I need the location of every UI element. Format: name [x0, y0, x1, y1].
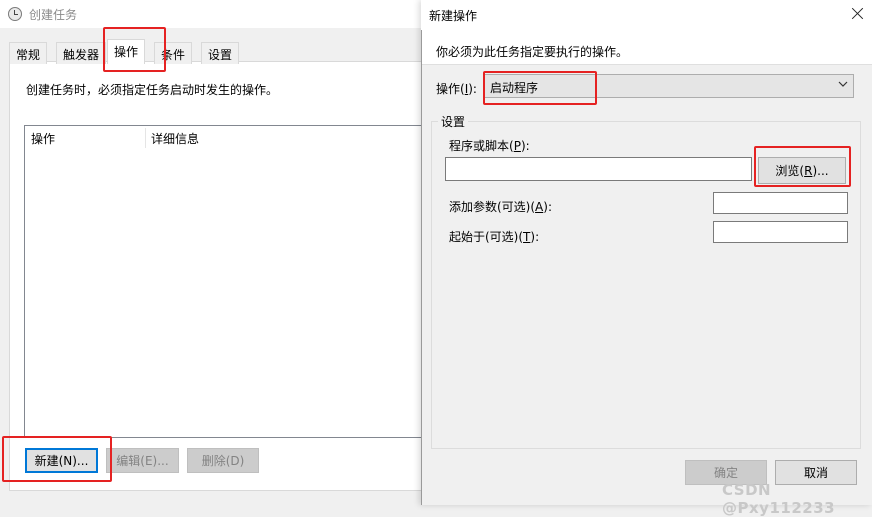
column-header-detail[interactable]: 详细信息: [151, 130, 199, 147]
start-in-input[interactable]: [713, 221, 848, 243]
tab-general[interactable]: 常规: [9, 42, 48, 64]
chevron-down-icon[interactable]: [838, 80, 848, 88]
dialog-instruction: 你必须为此任务指定要执行的操作。: [436, 45, 629, 59]
highlight-tab-actions: [103, 27, 166, 72]
action-type-label: 操作(I):: [436, 82, 477, 96]
highlight-action-select: [483, 71, 597, 105]
column-separator: [145, 128, 146, 148]
tab-triggers[interactable]: 触发器: [56, 42, 107, 64]
watermark-text: CSDN @Pxy112233: [722, 481, 836, 517]
delete-action-button[interactable]: 删除(D): [187, 448, 259, 473]
window-title: 创建任务: [29, 8, 78, 22]
program-script-input[interactable]: [445, 157, 752, 181]
arguments-input[interactable]: [713, 192, 848, 214]
close-icon[interactable]: [848, 4, 868, 24]
panel-description: 创建任务时，必须指定任务启动时发生的操作。: [26, 83, 279, 97]
highlight-new-button: [2, 436, 112, 482]
arguments-label: 添加参数(可选)(A):: [449, 200, 552, 214]
edit-action-button[interactable]: 编辑(E)...: [106, 448, 179, 473]
tab-settings[interactable]: 设置: [201, 42, 240, 64]
settings-group-title: 设置: [438, 113, 469, 130]
actions-list[interactable]: [24, 125, 424, 438]
highlight-browse-button: [754, 146, 851, 187]
column-header-action[interactable]: 操作: [31, 130, 55, 147]
program-script-label: 程序或脚本(P):: [449, 139, 530, 153]
start-in-label: 起始于(可选)(T):: [449, 230, 540, 244]
dialog-title: 新建操作: [429, 9, 478, 23]
dialog-titlebar: [421, 0, 872, 30]
clock-icon: [8, 7, 22, 21]
